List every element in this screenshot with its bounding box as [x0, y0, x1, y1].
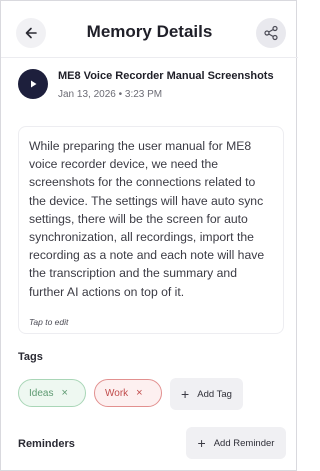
play-icon	[31, 80, 37, 88]
reminders-label: Reminders	[18, 438, 75, 450]
plus-icon: +	[197, 435, 206, 451]
memory-date: Jan 13, 2026 • 3:23 PM	[58, 89, 163, 100]
tag-label: Work	[105, 387, 129, 399]
page-title: Memory Details	[86, 22, 213, 41]
memory-description[interactable]: While preparing the user manual for ME8 …	[29, 137, 275, 301]
play-button[interactable]	[18, 69, 48, 99]
memory-header: ME8 Voice Recorder Manual Screenshots Ja…	[18, 69, 288, 109]
tag-label: Ideas	[29, 387, 54, 399]
screen: Memory Details ME8 Voice Recorder Manual…	[0, 0, 298, 471]
share-icon	[264, 25, 278, 41]
header-divider	[1, 57, 298, 58]
add-tag-label: Add Tag	[197, 388, 232, 400]
tap-to-edit-hint: Tap to edit	[29, 317, 69, 327]
app-header: Memory Details	[1, 15, 298, 51]
tag-chip-work[interactable]: Work ×	[94, 379, 162, 407]
plus-icon: +	[181, 386, 190, 402]
add-tag-button[interactable]: + Add Tag	[170, 378, 243, 410]
remove-tag-icon[interactable]: ×	[61, 387, 67, 399]
tag-chip-ideas[interactable]: Ideas ×	[18, 379, 86, 407]
description-card[interactable]: While preparing the user manual for ME8 …	[18, 126, 284, 334]
share-button[interactable]	[256, 18, 286, 48]
add-reminder-label: Add Reminder	[213, 437, 275, 449]
memory-title: ME8 Voice Recorder Manual Screenshots	[58, 70, 274, 82]
tags-label: Tags	[18, 351, 43, 363]
remove-tag-icon[interactable]: ×	[136, 387, 142, 399]
add-reminder-button[interactable]: + Add Reminder	[186, 427, 286, 459]
